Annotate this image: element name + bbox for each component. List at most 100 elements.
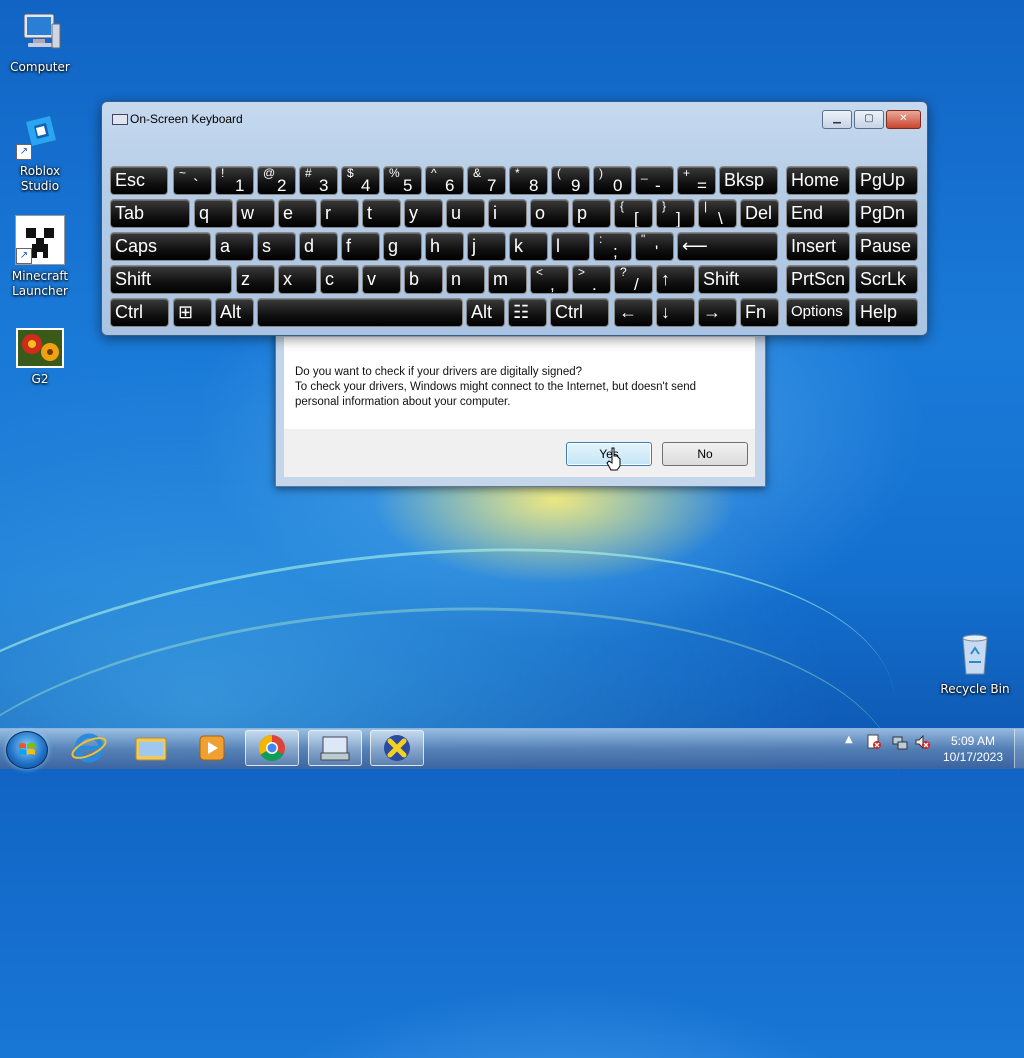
key-o[interactable]: o <box>530 199 569 228</box>
key-q[interactable]: q <box>194 199 233 228</box>
key-symbol-1-12[interactable]: }] <box>656 199 695 228</box>
desktop-icon-computer[interactable]: Computer <box>0 8 80 75</box>
key-b[interactable]: b <box>404 265 443 294</box>
action-center-icon[interactable] <box>866 734 882 754</box>
key-x[interactable]: x <box>278 265 317 294</box>
maximize-button[interactable]: ▢ <box>854 110 884 129</box>
taskbar-internet-explorer[interactable] <box>62 730 116 766</box>
key-c[interactable]: c <box>320 265 359 294</box>
key-help[interactable]: Help <box>855 298 918 327</box>
key-2[interactable]: @2 <box>257 166 296 195</box>
key-bksp[interactable]: Bksp <box>719 166 778 195</box>
key-symbol-0-13[interactable]: + = <box>677 166 716 195</box>
key-options[interactable]: Options <box>786 298 850 327</box>
key-symbol-1-11[interactable]: {[ <box>614 199 653 228</box>
key-i[interactable]: i <box>488 199 527 228</box>
key-home[interactable]: Home <box>786 166 850 195</box>
key-ctrl[interactable]: Ctrl <box>110 298 169 327</box>
key-up-arrow[interactable]: ↑ <box>656 265 695 294</box>
key-8[interactable]: * 8 <box>509 166 548 195</box>
network-icon[interactable] <box>892 734 908 754</box>
taskbar-on-screen-keyboard[interactable] <box>308 730 362 766</box>
key-3[interactable]: #3 <box>299 166 338 195</box>
key-right-ctrl[interactable]: Ctrl <box>550 298 609 327</box>
key-esc[interactable]: Esc <box>110 166 168 195</box>
key-p[interactable]: p <box>572 199 611 228</box>
key-r[interactable]: r <box>320 199 359 228</box>
taskbar-chrome[interactable] <box>245 730 299 766</box>
shortcut-arrow-icon: ↗ <box>16 144 32 160</box>
key-u[interactable]: u <box>446 199 485 228</box>
key-z[interactable]: z <box>236 265 275 294</box>
key-del[interactable]: Del <box>740 199 779 228</box>
key-symbol-1-13[interactable]: | \ <box>698 199 737 228</box>
show-hidden-icons-button[interactable]: ▲ <box>845 734 853 745</box>
key-symbol-3-8[interactable]: <, <box>530 265 569 294</box>
key-alt[interactable]: Alt <box>215 298 254 327</box>
key-symbol-2-11[interactable]: " ' <box>635 232 674 261</box>
key-caps[interactable]: Caps <box>110 232 211 261</box>
key-right-arrow[interactable]: → <box>698 298 737 327</box>
key-space[interactable] <box>257 298 463 327</box>
key-symbol-0-1[interactable]: ~ ` <box>173 166 212 195</box>
key-down-arrow[interactable]: ↓ <box>656 298 695 327</box>
key-j[interactable]: j <box>467 232 506 261</box>
key-symbol-3-10[interactable]: ? / <box>614 265 653 294</box>
key-5[interactable]: % 5 <box>383 166 422 195</box>
key-pause[interactable]: Pause <box>855 232 918 261</box>
taskbar-x-app[interactable] <box>370 730 424 766</box>
show-desktop-button[interactable] <box>1014 729 1024 768</box>
key-pgup[interactable]: PgUp <box>855 166 918 195</box>
key-shift[interactable]: Shift <box>110 265 232 294</box>
start-button[interactable] <box>6 731 48 769</box>
key-windows[interactable]: ⊞ <box>173 298 212 327</box>
close-button[interactable]: ✕ <box>886 110 921 129</box>
desktop-icon-roblox-studio[interactable]: ↗ Roblox Studio <box>0 112 80 194</box>
key-a[interactable]: a <box>215 232 254 261</box>
key-m[interactable]: m <box>488 265 527 294</box>
key-left-arrow[interactable]: ← <box>614 298 653 327</box>
key-scrlk[interactable]: ScrLk <box>855 265 918 294</box>
key-right-shift[interactable]: Shift <box>698 265 778 294</box>
taskbar-windows-explorer[interactable] <box>124 730 178 766</box>
desktop-icon-recycle-bin[interactable]: Recycle Bin <box>935 630 1015 697</box>
key-w[interactable]: w <box>236 199 275 228</box>
minimize-button[interactable]: ▁ <box>822 110 852 129</box>
key-l[interactable]: l <box>551 232 590 261</box>
key-tab[interactable]: Tab <box>110 199 190 228</box>
key-symbol-2-10[interactable]: :; <box>593 232 632 261</box>
key-6[interactable]: ^ 6 <box>425 166 464 195</box>
key-f[interactable]: f <box>341 232 380 261</box>
key-d[interactable]: d <box>299 232 338 261</box>
key-symbol-0-12[interactable]: _ - <box>635 166 674 195</box>
key-symbol-3-9[interactable]: >. <box>572 265 611 294</box>
key-s[interactable]: s <box>257 232 296 261</box>
key-prtscn[interactable]: PrtScn <box>786 265 850 294</box>
key-n[interactable]: n <box>446 265 485 294</box>
key-v[interactable]: v <box>362 265 401 294</box>
no-button[interactable]: No <box>662 442 748 466</box>
system-clock[interactable]: 5:09 AM 10/17/2023 <box>930 733 1016 765</box>
key-end[interactable]: End <box>786 199 850 228</box>
desktop-icon-minecraft-launcher[interactable]: ↗ Minecraft Launcher <box>0 215 80 299</box>
key-menu[interactable]: ☷ <box>508 298 547 327</box>
key-y[interactable]: y <box>404 199 443 228</box>
key-right-alt[interactable]: Alt <box>466 298 505 327</box>
key-4[interactable]: $4 <box>341 166 380 195</box>
desktop-icon-g2[interactable]: G2 <box>0 328 80 387</box>
key-k[interactable]: k <box>509 232 548 261</box>
key-fn[interactable]: Fn <box>740 298 779 327</box>
taskbar-media-player[interactable] <box>185 730 239 766</box>
key-g[interactable]: g <box>383 232 422 261</box>
key-0[interactable]: ) 0 <box>593 166 632 195</box>
key-insert[interactable]: Insert <box>786 232 850 261</box>
key-e[interactable]: e <box>278 199 317 228</box>
key-h[interactable]: h <box>425 232 464 261</box>
key-pgdn[interactable]: PgDn <box>855 199 918 228</box>
key-1[interactable]: ! 1 <box>215 166 254 195</box>
key-9[interactable]: (9 <box>551 166 590 195</box>
key-t[interactable]: t <box>362 199 401 228</box>
key-7[interactable]: & 7 <box>467 166 506 195</box>
key-enter[interactable]: ⟵ <box>677 232 778 261</box>
volume-muted-icon[interactable] <box>914 734 930 754</box>
